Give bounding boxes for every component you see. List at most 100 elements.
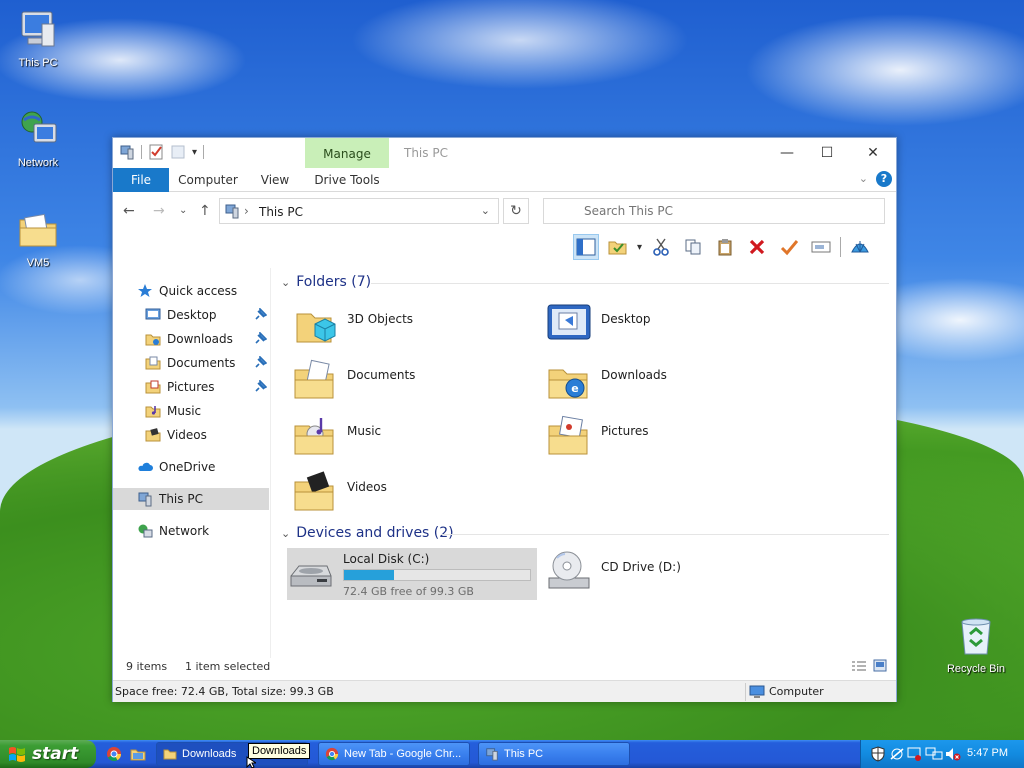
tab-view[interactable]: View [255,168,295,192]
delete-button[interactable] [744,234,770,260]
pin-icon[interactable] [253,356,267,370]
nav-item-videos[interactable]: Videos [145,424,207,446]
drive-label: Local Disk (C:) [343,552,430,566]
desktop-icon-label: Network [17,157,59,169]
nav-item-music[interactable]: Music [145,400,201,422]
details-bar: Space free: 72.4 GB, Total size: 99.3 GB… [113,680,896,702]
nav-item-pictures[interactable]: Pictures [145,376,215,398]
minimize-button[interactable]: — [767,142,807,164]
folder-tile-pictures[interactable]: Pictures [545,412,795,464]
nav-item-quick-access[interactable]: Quick access [137,280,237,302]
downloads-folder-icon [145,334,161,346]
folder-tile-videos[interactable]: Videos [291,468,541,520]
documents-folder-icon [294,359,334,399]
windows-logo-icon [9,747,25,762]
shell-button[interactable] [847,234,873,260]
shield-icon[interactable] [871,746,885,762]
toolbar-separator [840,237,842,257]
nav-item-downloads[interactable]: Downloads [145,328,233,350]
nav-item-network[interactable]: Network [137,520,209,542]
navigation-pane-button[interactable] [573,234,599,260]
quick-access-toolbar: ▾ [119,144,205,160]
nav-item-this-pc[interactable]: This PC [113,488,269,510]
folder-tile-music[interactable]: Music [291,412,541,464]
breadcrumb-chevron-icon: › [244,204,249,218]
drive-tile-d[interactable]: CD Drive (D:) [545,548,795,600]
desktop-icon-recycle-bin[interactable]: Recycle Bin [936,614,1016,675]
nav-label: This PC [159,492,203,506]
display-icon[interactable] [907,747,921,761]
chrome-icon[interactable] [106,746,122,762]
recent-locations-icon[interactable]: ⌄ [179,205,187,216]
cut-button[interactable] [648,234,674,260]
tab-manage[interactable]: Manage [305,138,389,168]
address-input[interactable]: › This PC ⌄ [219,198,499,224]
explorer-icon[interactable] [130,746,146,762]
search-input[interactable] [543,198,885,224]
svg-text:e: e [571,382,578,395]
qat-separator [203,145,205,159]
chevron-down-icon[interactable]: ▾ [637,242,642,253]
drive-tile-c[interactable]: Local Disk (C:) 72.4 GB free of 99.3 GB [287,548,537,600]
breadcrumb-this-pc[interactable]: This PC [259,205,303,219]
desktop-icon-vm5[interactable]: VM5 [0,208,76,269]
nav-label: OneDrive [159,460,216,474]
close-button[interactable]: ✕ [853,142,893,164]
nav-item-desktop[interactable]: Desktop [145,304,217,326]
properties-button[interactable] [776,234,802,260]
desktop-icon-network[interactable]: Network [0,108,76,169]
nav-label: Downloads [167,332,233,346]
pin-icon[interactable] [253,332,267,346]
rename-button[interactable] [808,234,834,260]
help-icon[interactable]: ? [876,171,892,187]
network-tray-icon[interactable] [925,747,943,761]
nav-item-documents[interactable]: Documents [145,352,235,374]
pin-icon[interactable] [253,380,267,394]
folder-tile-desktop[interactable]: Desktop [545,300,795,352]
connection-icon[interactable] [889,747,905,761]
details-view-icon[interactable] [851,660,867,672]
properties-icon[interactable] [148,144,164,160]
new-folder-icon[interactable] [170,144,186,160]
computer-icon[interactable] [119,144,135,160]
folders-group-header[interactable]: ⌄ Folders (7) [281,274,371,290]
drive-label: CD Drive (D:) [601,560,681,574]
folder-tile-downloads[interactable]: e Downloads [545,356,795,408]
computer-icon [749,685,765,698]
tab-file[interactable]: File [113,168,169,192]
folder-tile-documents[interactable]: Documents [291,356,541,408]
paste-button[interactable] [712,234,738,260]
up-arrow-icon[interactable]: ↑ [199,203,211,219]
copy-button[interactable] [680,234,706,260]
tab-drive-tools[interactable]: Drive Tools [309,168,385,192]
tab-computer[interactable]: Computer [175,168,241,192]
start-button[interactable]: start [0,740,96,768]
refresh-button[interactable]: ↻ [503,198,529,224]
documents-folder-icon [145,356,161,370]
folder-check-icon [608,241,627,255]
volume-muted-icon[interactable] [945,747,961,761]
chevron-down-icon[interactable]: ⌄ [859,172,868,185]
forward-arrow-icon[interactable]: → [153,203,165,219]
chevron-down-icon[interactable]: ⌄ [481,204,490,217]
open-folder-button[interactable] [605,234,631,260]
pin-icon[interactable] [253,308,267,322]
nav-item-onedrive[interactable]: OneDrive [137,456,215,478]
folder-tile-3d-objects[interactable]: 3D Objects [291,300,541,352]
chrome-icon [325,747,339,761]
task-chrome[interactable]: New Tab - Google Chr... [318,742,470,766]
videos-folder-icon [294,471,334,511]
back-arrow-icon[interactable]: ← [123,203,135,219]
clock[interactable]: 5:47 PM [967,747,1008,759]
network-icon [138,524,153,538]
desktop-icon-this-pc[interactable]: This PC [0,8,76,69]
drives-group-header[interactable]: ⌄ Devices and drives (2) [281,525,454,541]
large-icons-view-icon[interactable] [873,659,887,672]
title-bar[interactable]: ▾ Manage This PC — ☐ ✕ [113,138,896,168]
3d-objects-icon [296,313,336,343]
star-icon [138,284,152,297]
maximize-button[interactable]: ☐ [807,142,847,164]
qat-dropdown-icon[interactable]: ▾ [192,147,197,158]
task-this-pc[interactable]: This PC [478,742,630,766]
window-title: This PC [404,146,448,160]
